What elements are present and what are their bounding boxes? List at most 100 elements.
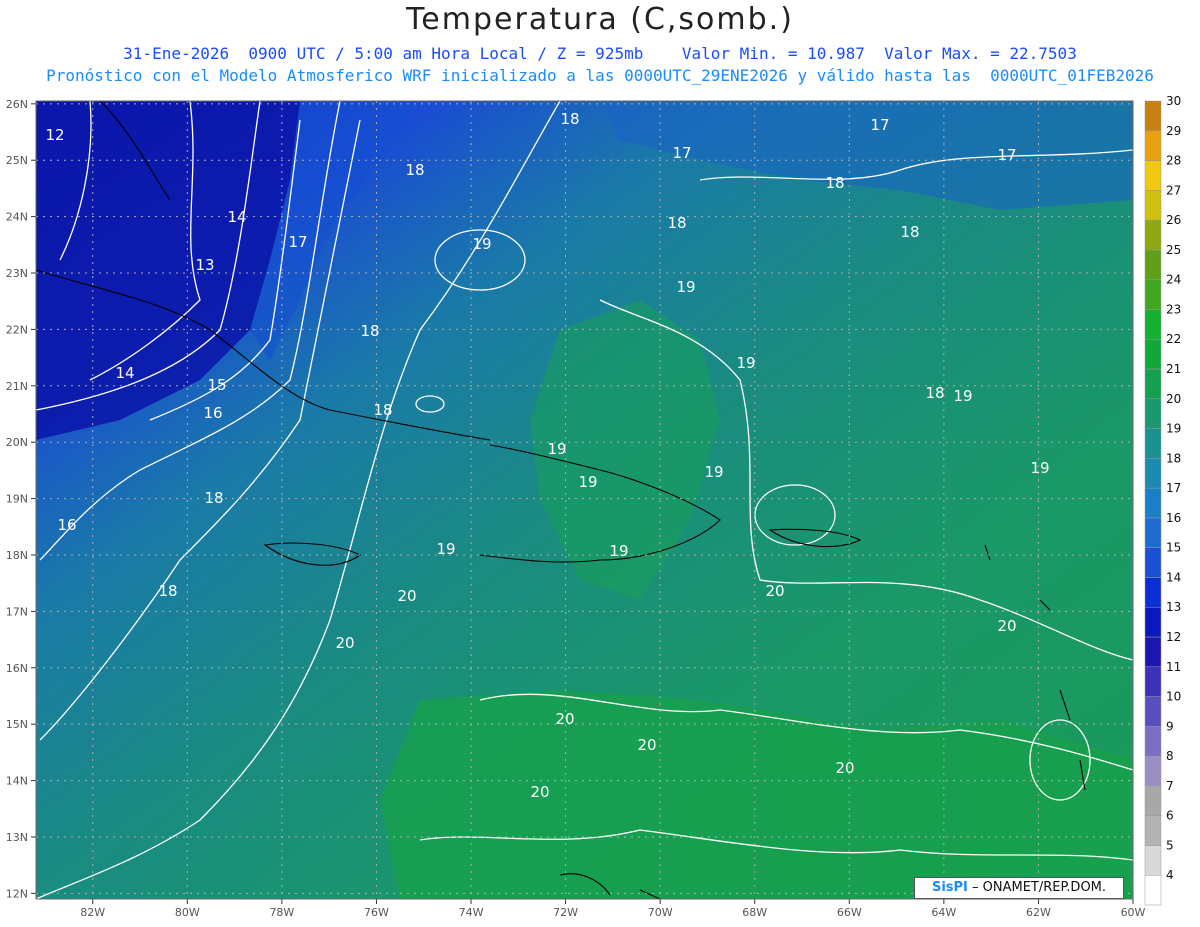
temperature-map: 82W 80W 78W 76W 74W 72W 70W 68W 66W 64W 62W 60W 12N… xyxy=(6,94,1182,919)
contour-label: 20 xyxy=(530,783,549,801)
lat-label: 14N xyxy=(6,775,28,788)
colorbar-label: 17 xyxy=(1166,481,1181,495)
contour-label: 14 xyxy=(227,208,246,226)
colorbar-label: 18 xyxy=(1166,451,1181,465)
lon-label: 74W xyxy=(459,906,484,919)
contour-label: 19 xyxy=(547,440,566,458)
lat-label: 21N xyxy=(6,380,28,393)
lon-label: 64W xyxy=(931,906,956,919)
lat-label: 22N xyxy=(6,323,28,336)
lat-label: 20N xyxy=(6,436,28,449)
colorbar-swatch xyxy=(1144,279,1162,310)
contour-label: 18 xyxy=(360,322,379,340)
lon-label: 80W xyxy=(175,906,200,919)
contour-label: 12 xyxy=(45,126,64,144)
colorbar-swatch xyxy=(1144,428,1162,459)
colorbar-swatch xyxy=(1144,487,1162,519)
lat-label: 25N xyxy=(6,154,28,167)
contour-label: 17 xyxy=(997,146,1016,164)
colorbar-swatch xyxy=(1144,666,1162,697)
colorbar-label: 30 xyxy=(1166,94,1181,108)
colorbar-label: 29 xyxy=(1166,124,1181,138)
lon-label: 62W xyxy=(1026,906,1051,919)
contour-label: 19 xyxy=(609,542,628,560)
contour-label: 20 xyxy=(397,587,416,605)
colorbar-swatch xyxy=(1144,547,1162,578)
colorbar-label: 26 xyxy=(1166,213,1181,227)
contour-label: 18 xyxy=(560,110,579,128)
lon-label: 82W xyxy=(80,906,105,919)
contour-label: 19 xyxy=(953,387,972,405)
colorbar-label: 21 xyxy=(1166,362,1181,376)
contour-label: 19 xyxy=(578,473,597,491)
colorbar-label: 9 xyxy=(1166,719,1174,733)
colorbar-swatch xyxy=(1144,100,1162,132)
contour-label: 17 xyxy=(870,116,889,134)
colorbar-swatch xyxy=(1144,309,1162,340)
contour-label: 19 xyxy=(436,540,455,558)
colorbar-swatch xyxy=(1144,606,1162,638)
colorbar-swatch xyxy=(1144,458,1162,489)
colorbar-label: 11 xyxy=(1166,660,1181,674)
lon-label: 78W xyxy=(269,906,294,919)
lat-label: 26N xyxy=(6,98,28,111)
credit-box: SisPI – ONAMET/REP.DOM. xyxy=(914,877,1124,899)
lat-label: 15N xyxy=(6,718,28,731)
colorbar-swatch xyxy=(1144,696,1162,727)
contour-label: 20 xyxy=(835,759,854,777)
colorbar-label: 16 xyxy=(1166,511,1181,525)
latitude-labels: 12N 13N 14N 15N 16N 17N 18N 19N 20N 21N 22N 23N 24N 2… xyxy=(6,98,36,900)
lon-label: 72W xyxy=(553,906,578,919)
contour-label: 16 xyxy=(57,516,76,534)
colorbar-swatch xyxy=(1144,338,1162,370)
contour-label: 18 xyxy=(405,161,424,179)
lon-label: 70W xyxy=(648,906,673,919)
contour-label: 20 xyxy=(765,582,784,600)
colorbar-label: 5 xyxy=(1166,838,1174,852)
colorbar-label: 23 xyxy=(1166,302,1181,316)
colorbar-swatch xyxy=(1144,874,1162,906)
colorbar-swatch xyxy=(1144,130,1162,161)
contour-label: 15 xyxy=(207,376,226,394)
colorbar-swatch xyxy=(1144,219,1162,251)
contour-label: 18 xyxy=(900,223,919,241)
lat-label: 17N xyxy=(6,605,28,618)
colorbar-swatch xyxy=(1144,785,1162,816)
colorbar-swatch xyxy=(1144,249,1162,280)
contour-label: 18 xyxy=(925,384,944,402)
lat-label: 16N xyxy=(6,662,28,675)
sispi-logo: SisPI xyxy=(931,880,968,895)
colorbar-label: 27 xyxy=(1166,183,1181,197)
colorbar-label: 4 xyxy=(1166,868,1174,882)
colorbar-swatch xyxy=(1144,636,1162,668)
contour-label: 16 xyxy=(203,404,222,422)
colorbar-swatch xyxy=(1144,160,1162,191)
contour-label: 20 xyxy=(335,634,354,652)
contour-label: 19 xyxy=(676,278,695,296)
contour-label: 19 xyxy=(472,235,491,253)
lat-label: 18N xyxy=(6,549,28,562)
colorbar-swatch xyxy=(1144,815,1162,846)
contour-label: 17 xyxy=(288,233,307,251)
colorbar-swatch xyxy=(1144,577,1162,608)
contour-label: 20 xyxy=(637,736,656,754)
colorbar-label: 20 xyxy=(1166,392,1181,406)
contour-label: 19 xyxy=(704,463,723,481)
lat-label: 19N xyxy=(6,493,28,506)
contour-label: 13 xyxy=(195,256,214,274)
lat-label: 12N xyxy=(6,887,28,900)
contour-label: 19 xyxy=(1030,459,1049,477)
colorbar-label: 19 xyxy=(1166,422,1181,436)
colorbar-swatch xyxy=(1144,726,1162,757)
contour-label: 18 xyxy=(158,582,177,600)
lon-label: 68W xyxy=(742,906,767,919)
contour-label: 17 xyxy=(672,144,691,162)
lat-label: 24N xyxy=(6,211,28,224)
colorbar-label: 25 xyxy=(1166,243,1181,257)
contour-label: 18 xyxy=(204,489,223,507)
contour-label: 18 xyxy=(825,174,844,192)
colorbar-swatch xyxy=(1144,517,1162,548)
colorbar-label: 12 xyxy=(1166,630,1181,644)
colorbar-label: 7 xyxy=(1166,779,1174,793)
contour-label: 20 xyxy=(997,617,1016,635)
